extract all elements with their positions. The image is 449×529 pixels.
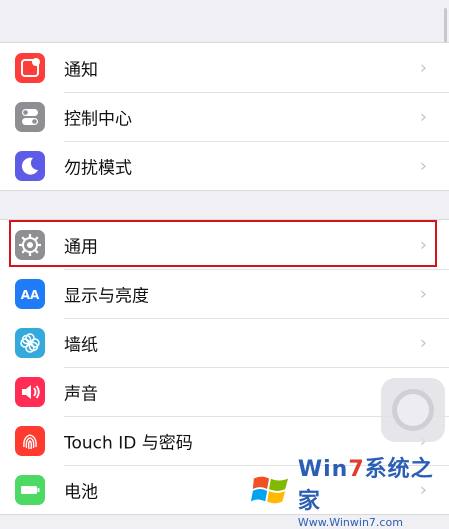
notifications-icon bbox=[15, 53, 45, 83]
battery-icon bbox=[15, 475, 45, 505]
settings-row-label: Touch ID 与密码 bbox=[64, 433, 193, 453]
chevron-right-icon: › bbox=[419, 155, 427, 176]
settings-row-control-center[interactable]: 控制中心 › bbox=[0, 92, 449, 141]
svg-text:AA: AA bbox=[21, 288, 40, 302]
chevron-right-icon: › bbox=[419, 234, 427, 255]
moon-icon bbox=[15, 151, 45, 181]
settings-row-label: 电池 bbox=[64, 482, 98, 502]
chevron-right-icon: › bbox=[419, 57, 427, 78]
watermark-brand: Win7系统之家 bbox=[297, 457, 434, 514]
settings-row-label: 显示与亮度 bbox=[64, 286, 149, 306]
fingerprint-icon bbox=[15, 426, 45, 456]
gear-icon bbox=[15, 230, 45, 260]
settings-group-1: 通知 › 控制中心 › 勿扰模式 › bbox=[0, 42, 449, 191]
assistive-touch-icon bbox=[392, 389, 434, 431]
settings-row-general[interactable]: 通用 › bbox=[0, 220, 449, 269]
settings-row-label: 声音 bbox=[64, 384, 98, 404]
settings-row-do-not-disturb[interactable]: 勿扰模式 › bbox=[0, 141, 449, 190]
display-brightness-icon: AA bbox=[15, 279, 45, 309]
wallpaper-icon bbox=[15, 328, 45, 358]
chevron-right-icon: › bbox=[419, 106, 427, 127]
speaker-icon bbox=[15, 377, 45, 407]
settings-row-label: 控制中心 bbox=[64, 109, 132, 129]
settings-row-label: 勿扰模式 bbox=[64, 158, 132, 178]
watermark: Win7系统之家 Www.Winwin7.com bbox=[250, 457, 449, 529]
settings-row-wallpaper[interactable]: 墙纸 › bbox=[0, 318, 449, 367]
chevron-right-icon: › bbox=[419, 332, 427, 353]
windows-logo-icon bbox=[250, 476, 289, 504]
settings-row-label: 通用 bbox=[64, 237, 98, 257]
settings-row-display-brightness[interactable]: AA 显示与亮度 › bbox=[0, 269, 449, 318]
settings-row-label: 墙纸 bbox=[64, 335, 98, 355]
settings-row-label: 通知 bbox=[64, 60, 98, 80]
chevron-right-icon: › bbox=[419, 283, 427, 304]
control-center-icon bbox=[15, 102, 45, 132]
settings-row-notifications[interactable]: 通知 › bbox=[0, 43, 449, 92]
assistive-touch-button[interactable] bbox=[381, 378, 445, 442]
